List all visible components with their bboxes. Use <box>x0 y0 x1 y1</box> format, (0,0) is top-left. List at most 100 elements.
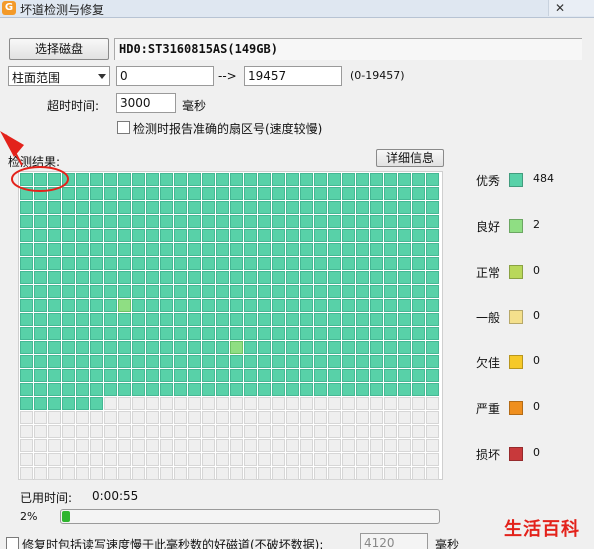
grid-cell <box>230 285 243 298</box>
grid-cell <box>62 285 75 298</box>
grid-cell <box>90 369 103 382</box>
grid-cell <box>160 383 173 396</box>
grid-cell-unscanned <box>342 453 355 466</box>
grid-cell <box>76 215 89 228</box>
grid-cell-unscanned <box>160 425 173 438</box>
grid-cell <box>188 285 201 298</box>
grid-cell-unscanned <box>48 453 61 466</box>
grid-cell <box>342 313 355 326</box>
watermark-text: 生活百科 <box>504 519 580 540</box>
legend-item: 一般 0 <box>476 309 576 325</box>
grid-cell-unscanned <box>272 411 285 424</box>
grid-cell <box>34 383 47 396</box>
grid-cell <box>188 215 201 228</box>
grid-cell <box>356 383 369 396</box>
grid-cell <box>160 369 173 382</box>
grid-cell <box>370 201 383 214</box>
grid-cell <box>34 327 47 340</box>
grid-cell-unscanned <box>370 439 383 452</box>
grid-cell-unscanned <box>62 411 75 424</box>
select-disk-button[interactable]: 选择磁盘 <box>9 38 109 60</box>
grid-cell-unscanned <box>356 467 369 480</box>
grid-cell-unscanned <box>300 439 313 452</box>
grid-cell-unscanned <box>20 439 33 452</box>
grid-cell <box>328 355 341 368</box>
grid-cell <box>356 201 369 214</box>
grid-cell-unscanned <box>132 439 145 452</box>
grid-cell <box>104 285 117 298</box>
grid-cell <box>300 243 313 256</box>
repair-slow-checkbox[interactable] <box>6 537 19 549</box>
grid-cell <box>272 187 285 200</box>
grid-cell <box>216 341 229 354</box>
grid-cell <box>356 229 369 242</box>
grid-cell-unscanned <box>202 411 215 424</box>
grid-cell-unscanned <box>104 411 117 424</box>
grid-cell <box>314 355 327 368</box>
grid-cell <box>62 397 75 410</box>
grid-cell <box>258 355 271 368</box>
grid-cell <box>328 257 341 270</box>
grid-cell <box>300 341 313 354</box>
grid-cell <box>258 341 271 354</box>
legend-label: 严重 <box>476 402 501 416</box>
grid-cell <box>76 355 89 368</box>
grid-cell <box>300 229 313 242</box>
disk-info: HD0:ST3160815AS(149GB) <box>119 42 278 56</box>
grid-cell-unscanned <box>314 425 327 438</box>
grid-cell <box>300 173 313 186</box>
grid-cell <box>216 187 229 200</box>
grid-cell <box>118 173 131 186</box>
grid-cell <box>20 285 33 298</box>
grid-cell-unscanned <box>62 425 75 438</box>
range-mode-select[interactable]: 柱面范围 <box>8 66 110 86</box>
grid-cell-unscanned <box>174 467 187 480</box>
accurate-sector-checkbox[interactable] <box>117 121 130 134</box>
grid-cell <box>62 355 75 368</box>
grid-cell <box>230 355 243 368</box>
grid-cell-unscanned <box>230 411 243 424</box>
grid-cell-unscanned <box>118 411 131 424</box>
grid-cell-unscanned <box>398 453 411 466</box>
grid-cell <box>132 327 145 340</box>
grid-cell-unscanned <box>160 453 173 466</box>
grid-cell <box>216 355 229 368</box>
grid-cell <box>48 383 61 396</box>
grid-cell <box>90 257 103 270</box>
grid-cell <box>132 341 145 354</box>
grid-cell-unscanned <box>188 397 201 410</box>
grid-cell <box>20 215 33 228</box>
grid-cell-unscanned <box>286 439 299 452</box>
grid-cell <box>202 313 215 326</box>
grid-cell <box>48 369 61 382</box>
grid-cell <box>370 271 383 284</box>
grid-cell-unscanned <box>146 439 159 452</box>
grid-cell-unscanned <box>20 411 33 424</box>
grid-cell <box>314 285 327 298</box>
grid-cell <box>286 201 299 214</box>
grid-cell <box>104 313 117 326</box>
grid-cell <box>286 243 299 256</box>
grid-cell <box>132 313 145 326</box>
grid-cell <box>90 341 103 354</box>
range-end-input[interactable]: 19457 <box>244 66 342 86</box>
grid-cell <box>244 299 257 312</box>
grid-cell <box>174 327 187 340</box>
grid-cell <box>286 383 299 396</box>
grid-cell <box>272 173 285 186</box>
grid-cell-unscanned <box>412 425 425 438</box>
grid-cell-unscanned <box>272 425 285 438</box>
details-button[interactable]: 详细信息 <box>376 149 444 167</box>
grid-cell-unscanned <box>20 467 33 480</box>
close-button[interactable]: ✕ <box>548 0 594 16</box>
grid-cell <box>90 327 103 340</box>
grid-cell <box>48 299 61 312</box>
range-start-input[interactable]: 0 <box>116 66 214 86</box>
timeout-input[interactable]: 3000 <box>116 93 176 113</box>
legend-item: 损坏 0 <box>476 446 576 462</box>
grid-cell <box>76 313 89 326</box>
repair-slow-input[interactable]: 4120 <box>360 533 428 549</box>
grid-cell <box>426 187 439 200</box>
grid-cell <box>188 313 201 326</box>
grid-cell-unscanned <box>146 411 159 424</box>
